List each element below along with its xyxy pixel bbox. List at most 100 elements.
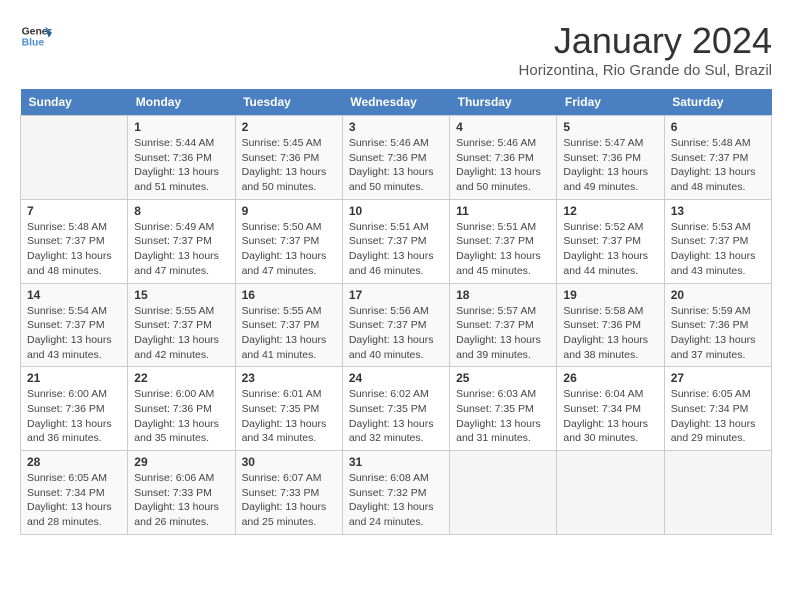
logo: General Blue xyxy=(20,20,52,52)
calendar-table: SundayMondayTuesdayWednesdayThursdayFrid… xyxy=(20,89,772,535)
day-number: 3 xyxy=(349,120,443,134)
day-number: 10 xyxy=(349,204,443,218)
day-cell: 14Sunrise: 5:54 AMSunset: 7:37 PMDayligh… xyxy=(21,283,128,367)
day-number: 18 xyxy=(456,288,550,302)
day-info: Sunrise: 5:50 AMSunset: 7:37 PMDaylight:… xyxy=(242,220,336,279)
day-info: Sunrise: 6:00 AMSunset: 7:36 PMDaylight:… xyxy=(134,387,228,446)
day-cell: 21Sunrise: 6:00 AMSunset: 7:36 PMDayligh… xyxy=(21,367,128,451)
day-number: 28 xyxy=(27,455,121,469)
day-number: 22 xyxy=(134,371,228,385)
day-info: Sunrise: 5:53 AMSunset: 7:37 PMDaylight:… xyxy=(671,220,765,279)
day-number: 27 xyxy=(671,371,765,385)
day-cell: 11Sunrise: 5:51 AMSunset: 7:37 PMDayligh… xyxy=(450,199,557,283)
day-cell: 1 Sunrise: 5:44 AMSunset: 7:36 PMDaylight… xyxy=(128,116,235,200)
day-info: Sunrise: 5:57 AMSunset: 7:37 PMDaylight:… xyxy=(456,304,550,363)
week-row-2: 7 Sunrise: 5:48 AMSunset: 7:37 PMDaylight… xyxy=(21,199,772,283)
day-cell: 2 Sunrise: 5:45 AMSunset: 7:36 PMDaylight… xyxy=(235,116,342,200)
day-number: 5 xyxy=(563,120,657,134)
day-cell: 15 Sunrise: 5:55 AMSunset: 7:37 PMDayligh… xyxy=(128,283,235,367)
day-info: Sunrise: 5:49 AMSunset: 7:37 PMDaylight:… xyxy=(134,220,228,279)
day-cell xyxy=(21,116,128,200)
weekday-header-monday: Monday xyxy=(128,89,235,116)
day-info: Sunrise: 6:07 AMSunset: 7:33 PMDaylight:… xyxy=(242,471,336,530)
day-info: Sunrise: 5:44 AMSunset: 7:36 PMDaylight:… xyxy=(134,136,228,195)
day-number: 26 xyxy=(563,371,657,385)
week-row-5: 28 Sunrise: 6:05 AMSunset: 7:34 PMDayligh… xyxy=(21,451,772,535)
day-info: Sunrise: 5:47 AMSunset: 7:36 PMDaylight:… xyxy=(563,136,657,195)
day-number: 29 xyxy=(134,455,228,469)
day-cell: 7 Sunrise: 5:48 AMSunset: 7:37 PMDaylight… xyxy=(21,199,128,283)
day-number: 1 xyxy=(134,120,228,134)
day-cell: 24 Sunrise: 6:02 AMSunset: 7:35 PMDayligh… xyxy=(342,367,449,451)
day-info: Sunrise: 5:46 AMSunset: 7:36 PMDaylight:… xyxy=(349,136,443,195)
day-number: 20 xyxy=(671,288,765,302)
day-number: 9 xyxy=(242,204,336,218)
day-number: 25 xyxy=(456,371,550,385)
day-number: 13 xyxy=(671,204,765,218)
month-title: January 2024 xyxy=(519,20,772,62)
day-info: Sunrise: 5:55 AMSunset: 7:37 PMDaylight:… xyxy=(242,304,336,363)
day-info: Sunrise: 6:06 AMSunset: 7:33 PMDaylight:… xyxy=(134,471,228,530)
day-info: Sunrise: 5:55 AMSunset: 7:37 PMDaylight:… xyxy=(134,304,228,363)
day-number: 2 xyxy=(242,120,336,134)
day-number: 6 xyxy=(671,120,765,134)
day-cell: 5 Sunrise: 5:47 AMSunset: 7:36 PMDaylight… xyxy=(557,116,664,200)
day-cell: 27 Sunrise: 6:05 AMSunset: 7:34 PMDayligh… xyxy=(664,367,771,451)
day-cell: 30 Sunrise: 6:07 AMSunset: 7:33 PMDayligh… xyxy=(235,451,342,535)
weekday-header-saturday: Saturday xyxy=(664,89,771,116)
weekday-header-thursday: Thursday xyxy=(450,89,557,116)
day-number: 24 xyxy=(349,371,443,385)
weekday-header-tuesday: Tuesday xyxy=(235,89,342,116)
weekday-header-wednesday: Wednesday xyxy=(342,89,449,116)
day-info: Sunrise: 5:51 AMSunset: 7:37 PMDaylight:… xyxy=(456,220,550,279)
day-cell xyxy=(450,451,557,535)
day-number: 8 xyxy=(134,204,228,218)
day-number: 31 xyxy=(349,455,443,469)
day-number: 17 xyxy=(349,288,443,302)
day-info: Sunrise: 5:52 AMSunset: 7:37 PMDaylight:… xyxy=(563,220,657,279)
day-cell: 25Sunrise: 6:03 AMSunset: 7:35 PMDayligh… xyxy=(450,367,557,451)
day-info: Sunrise: 5:56 AMSunset: 7:37 PMDaylight:… xyxy=(349,304,443,363)
day-info: Sunrise: 5:48 AMSunset: 7:37 PMDaylight:… xyxy=(27,220,121,279)
day-info: Sunrise: 5:58 AMSunset: 7:36 PMDaylight:… xyxy=(563,304,657,363)
day-cell: 17 Sunrise: 5:56 AMSunset: 7:37 PMDayligh… xyxy=(342,283,449,367)
day-info: Sunrise: 5:48 AMSunset: 7:37 PMDaylight:… xyxy=(671,136,765,195)
day-cell: 8 Sunrise: 5:49 AMSunset: 7:37 PMDaylight… xyxy=(128,199,235,283)
logo-icon: General Blue xyxy=(20,20,52,52)
day-info: Sunrise: 6:04 AMSunset: 7:34 PMDaylight:… xyxy=(563,387,657,446)
day-info: Sunrise: 6:01 AMSunset: 7:35 PMDaylight:… xyxy=(242,387,336,446)
day-cell: 4Sunrise: 5:46 AMSunset: 7:36 PMDaylight… xyxy=(450,116,557,200)
day-cell: 12Sunrise: 5:52 AMSunset: 7:37 PMDayligh… xyxy=(557,199,664,283)
day-cell: 28 Sunrise: 6:05 AMSunset: 7:34 PMDayligh… xyxy=(21,451,128,535)
day-number: 23 xyxy=(242,371,336,385)
day-cell: 23 Sunrise: 6:01 AMSunset: 7:35 PMDayligh… xyxy=(235,367,342,451)
day-cell: 19 Sunrise: 5:58 AMSunset: 7:36 PMDayligh… xyxy=(557,283,664,367)
day-cell: 22 Sunrise: 6:00 AMSunset: 7:36 PMDayligh… xyxy=(128,367,235,451)
day-info: Sunrise: 6:08 AMSunset: 7:32 PMDaylight:… xyxy=(349,471,443,530)
day-info: Sunrise: 6:05 AMSunset: 7:34 PMDaylight:… xyxy=(671,387,765,446)
day-cell: 31 Sunrise: 6:08 AMSunset: 7:32 PMDayligh… xyxy=(342,451,449,535)
day-info: Sunrise: 6:05 AMSunset: 7:34 PMDaylight:… xyxy=(27,471,121,530)
day-number: 14 xyxy=(27,288,121,302)
day-info: Sunrise: 5:59 AMSunset: 7:36 PMDaylight:… xyxy=(671,304,765,363)
day-cell xyxy=(664,451,771,535)
day-number: 19 xyxy=(563,288,657,302)
day-info: Sunrise: 6:02 AMSunset: 7:35 PMDaylight:… xyxy=(349,387,443,446)
day-cell: 9 Sunrise: 5:50 AMSunset: 7:37 PMDaylight… xyxy=(235,199,342,283)
day-cell: 26 Sunrise: 6:04 AMSunset: 7:34 PMDayligh… xyxy=(557,367,664,451)
day-number: 30 xyxy=(242,455,336,469)
weekday-header-sunday: Sunday xyxy=(21,89,128,116)
day-number: 7 xyxy=(27,204,121,218)
day-cell xyxy=(557,451,664,535)
day-info: Sunrise: 5:45 AMSunset: 7:36 PMDaylight:… xyxy=(242,136,336,195)
day-number: 15 xyxy=(134,288,228,302)
day-info: Sunrise: 6:00 AMSunset: 7:36 PMDaylight:… xyxy=(27,387,121,446)
day-cell: 29 Sunrise: 6:06 AMSunset: 7:33 PMDayligh… xyxy=(128,451,235,535)
week-row-4: 21Sunrise: 6:00 AMSunset: 7:36 PMDayligh… xyxy=(21,367,772,451)
day-info: Sunrise: 5:46 AMSunset: 7:36 PMDaylight:… xyxy=(456,136,550,195)
day-cell: 16 Sunrise: 5:55 AMSunset: 7:37 PMDayligh… xyxy=(235,283,342,367)
location-subtitle: Horizontina, Rio Grande do Sul, Brazil xyxy=(519,62,772,79)
title-block: January 2024 Horizontina, Rio Grande do … xyxy=(519,20,772,79)
day-info: Sunrise: 5:51 AMSunset: 7:37 PMDaylight:… xyxy=(349,220,443,279)
day-number: 16 xyxy=(242,288,336,302)
